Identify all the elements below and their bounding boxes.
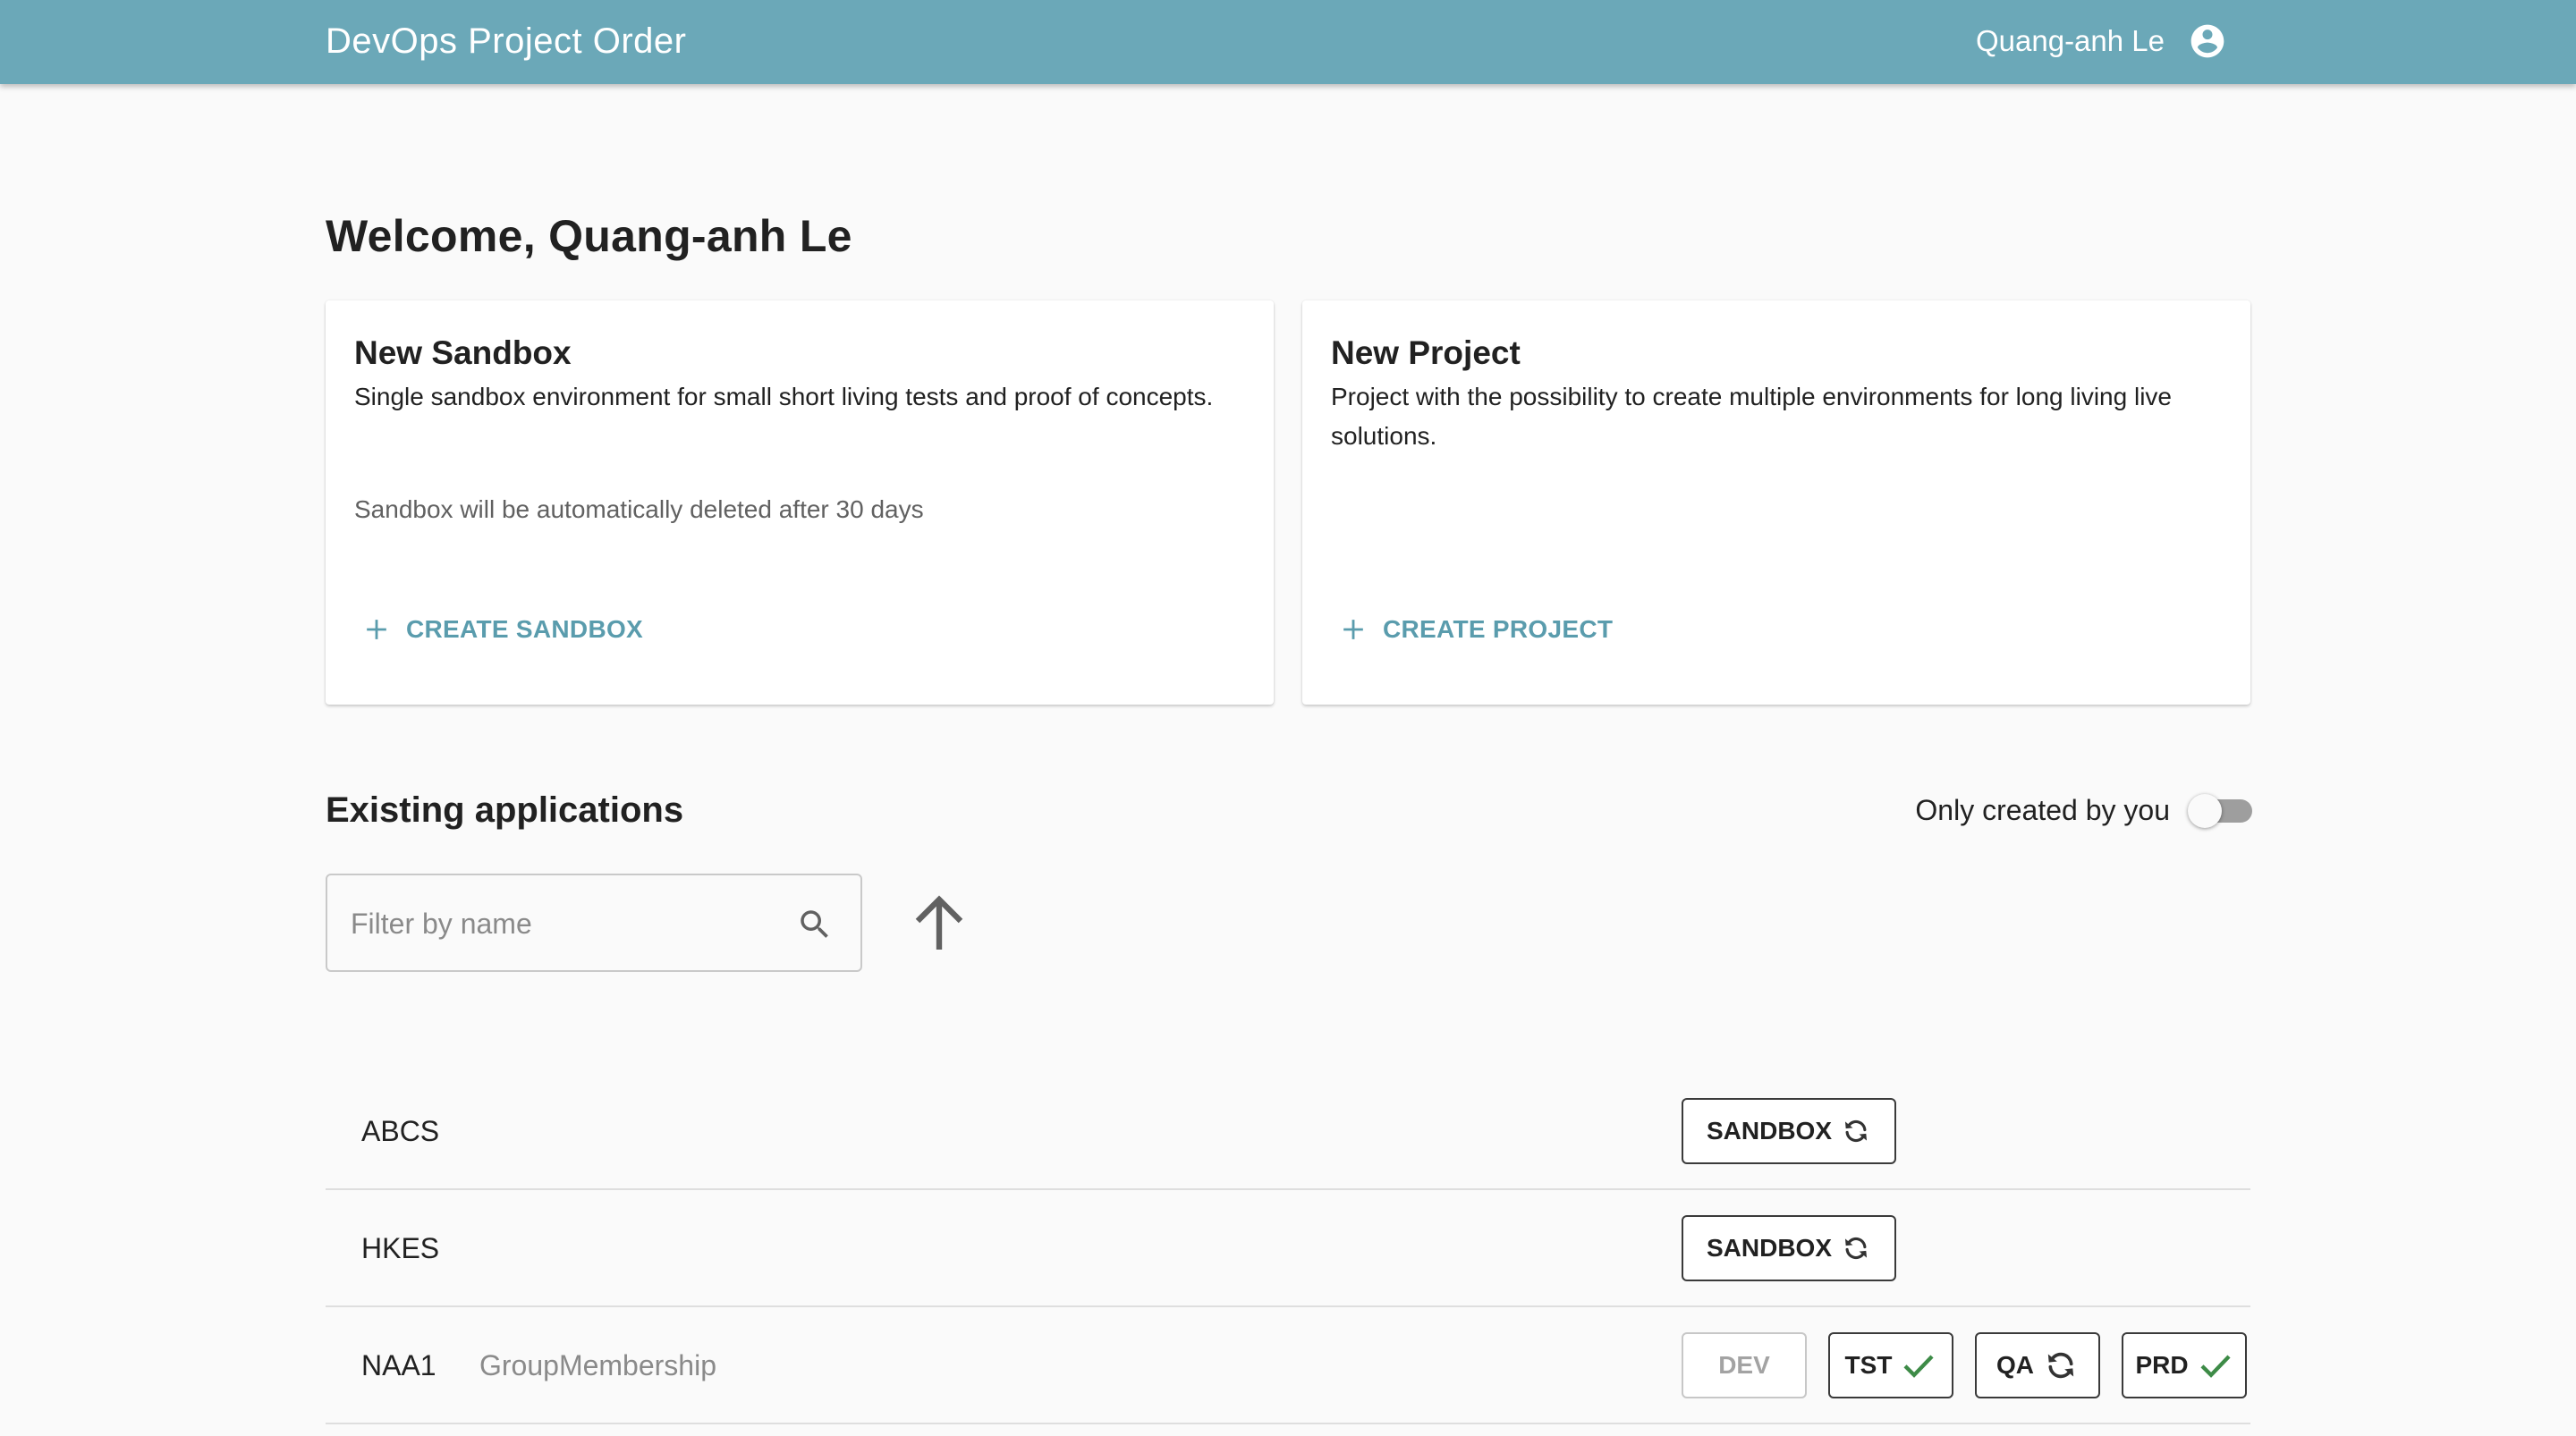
plus-icon bbox=[1343, 620, 1363, 639]
create-sandbox-button[interactable]: CREATE SANDBOX bbox=[365, 612, 643, 647]
environment-buttons: DEV TST QA PRD bbox=[1682, 1332, 2247, 1398]
env-label: TST bbox=[1844, 1351, 1893, 1379]
user-menu[interactable]: Quang-anh Le bbox=[1976, 20, 2227, 63]
sync-icon bbox=[1844, 1237, 1868, 1260]
existing-applications-title: Existing applications bbox=[326, 790, 684, 830]
application-row[interactable]: ABCS SANDBOX bbox=[326, 1073, 2250, 1190]
filter-field bbox=[326, 874, 862, 972]
env-label: DEV bbox=[1718, 1351, 1770, 1379]
only-mine-filter: Only created by you bbox=[1915, 789, 2252, 832]
create-project-label: CREATE PROJECT bbox=[1383, 615, 1614, 643]
welcome-heading: Welcome, Quang-anh Le bbox=[326, 211, 852, 261]
filter-input[interactable] bbox=[351, 897, 780, 950]
arrow-up-icon bbox=[915, 895, 963, 950]
env-dev-button: DEV bbox=[1682, 1332, 1807, 1398]
env-sandbox-button[interactable]: SANDBOX bbox=[1682, 1215, 1896, 1281]
sync-icon bbox=[2047, 1352, 2074, 1379]
sync-icon bbox=[1844, 1119, 1868, 1143]
create-project-button[interactable]: CREATE PROJECT bbox=[1342, 612, 1613, 647]
account-circle-icon[interactable] bbox=[2188, 21, 2227, 61]
card-description: Project with the possibility to create m… bbox=[1331, 383, 2172, 450]
environment-buttons: SANDBOX bbox=[1682, 1098, 1896, 1164]
card-title: New Project bbox=[1331, 334, 1521, 371]
check-icon bbox=[2200, 1355, 2231, 1378]
search-icon[interactable] bbox=[796, 906, 834, 943]
env-prd-button[interactable]: PRD bbox=[2122, 1332, 2247, 1398]
application-name: HKES bbox=[361, 1232, 440, 1264]
app-title: DevOps Project Order bbox=[326, 21, 687, 61]
new-sandbox-card: New Sandbox Single sandbox environment f… bbox=[326, 300, 1274, 705]
check-icon bbox=[1903, 1355, 1935, 1378]
application-row[interactable]: NAA1 GroupMembership DEV TST QA PRD bbox=[326, 1307, 2250, 1424]
plus-icon bbox=[367, 620, 386, 639]
application-name: ABCS bbox=[361, 1115, 440, 1147]
sort-direction-button[interactable] bbox=[911, 891, 968, 955]
env-label: SANDBOX bbox=[1707, 1117, 1833, 1145]
sandbox-expiry-note: Sandbox will be automatically deleted af… bbox=[354, 495, 924, 523]
create-sandbox-label: CREATE SANDBOX bbox=[406, 615, 644, 643]
env-tst-button[interactable]: TST bbox=[1828, 1332, 1953, 1398]
application-row[interactable]: HKES SANDBOX bbox=[326, 1190, 2250, 1307]
environment-buttons: SANDBOX bbox=[1682, 1215, 1896, 1281]
user-name: Quang-anh Le bbox=[1975, 24, 2165, 57]
application-name: NAA1 bbox=[361, 1349, 436, 1381]
card-title: New Sandbox bbox=[354, 334, 572, 371]
new-project-card: New Project Project with the possibility… bbox=[1302, 300, 2250, 705]
only-mine-toggle[interactable] bbox=[2188, 792, 2252, 828]
env-label: SANDBOX bbox=[1707, 1234, 1833, 1262]
env-label: PRD bbox=[2135, 1351, 2189, 1379]
env-label: QA bbox=[1996, 1351, 2034, 1379]
env-qa-button[interactable]: QA bbox=[1975, 1332, 2100, 1398]
toggle-thumb bbox=[2188, 794, 2222, 828]
application-description: GroupMembership bbox=[479, 1349, 716, 1381]
app-bar: DevOps Project Order Quang-anh Le bbox=[0, 0, 2576, 84]
card-description: Single sandbox environment for small sho… bbox=[354, 383, 1214, 410]
applications-list: ABCS SANDBOX HKES SANDBOX NAA1 GroupMembershi… bbox=[326, 1073, 2250, 1424]
only-mine-label: Only created by you bbox=[1915, 794, 2170, 826]
env-sandbox-button[interactable]: SANDBOX bbox=[1682, 1098, 1896, 1164]
